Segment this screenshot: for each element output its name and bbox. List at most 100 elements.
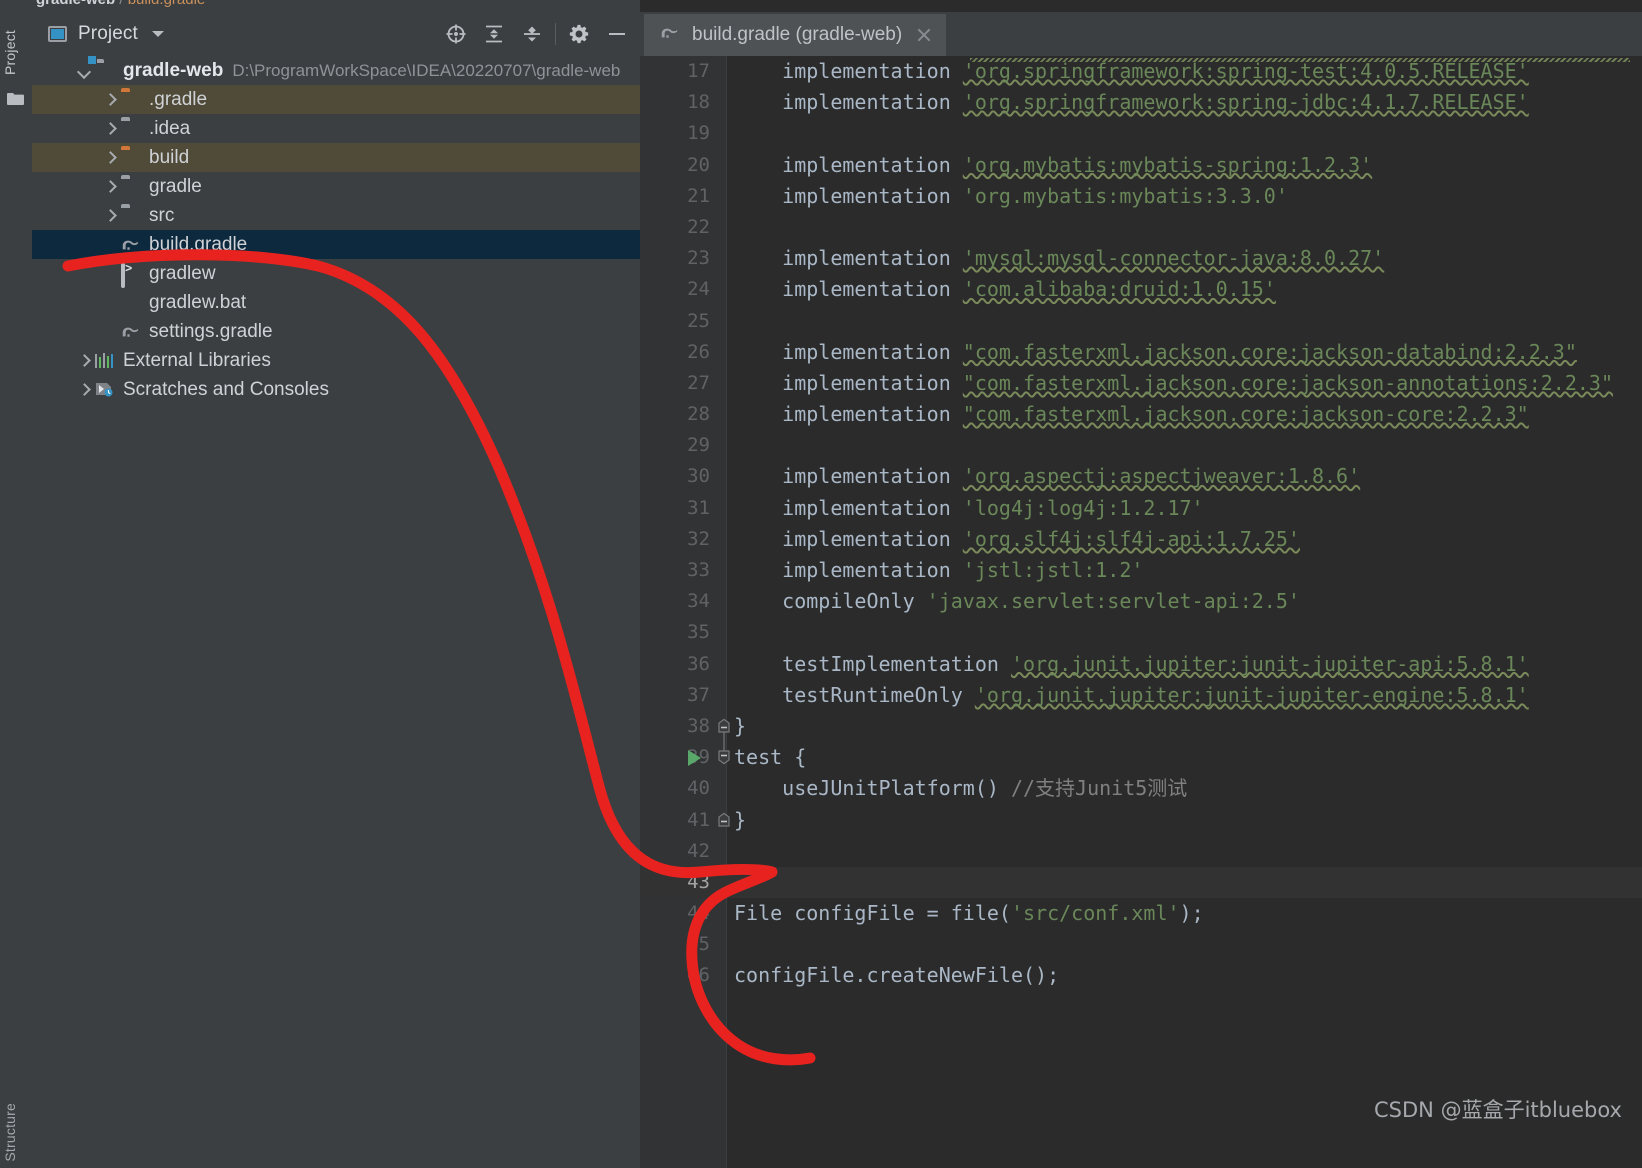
tree-item-scratches-and-consoles[interactable]: Scratches and Consoles	[32, 375, 640, 404]
code-token: }	[734, 713, 747, 738]
code-line-44[interactable]: 44 File configFile = file('src/conf.xml')…	[640, 898, 1642, 929]
code-line-38[interactable]: 38}	[640, 711, 1642, 742]
tree-item-label: External Libraries	[123, 349, 271, 371]
code-token: implementation	[734, 183, 963, 208]
code-line-30[interactable]: 30 implementation 'org.aspectj:aspectjwe…	[640, 461, 1642, 492]
code-line-25[interactable]: 25	[640, 306, 1642, 337]
close-icon[interactable]	[916, 27, 932, 43]
code-line-40[interactable]: 40 useJUnitPlatform() //支持Junit5测试	[640, 773, 1642, 804]
code-line-43[interactable]: 43	[640, 866, 1642, 899]
code-line-23[interactable]: 23 implementation 'mysql:mysql-connector…	[640, 243, 1642, 274]
tree-item-gradle-web[interactable]: gradle-web D:\ProgramWorkSpace\IDEA\20220…	[32, 55, 640, 85]
breadcrumb-text: gradle-web / build.gradle	[36, 0, 205, 8]
hide-tool-window-icon[interactable]	[598, 15, 636, 53]
code-token: 'com.alibaba:druid:1.0.15'	[962, 277, 1276, 302]
code-line-33[interactable]: 33 implementation 'jstl:jstl:1.2'	[640, 555, 1642, 586]
tree-item-gradlew[interactable]: gradlew	[32, 259, 640, 288]
line-number: 35	[687, 621, 710, 644]
code-token: implementation	[734, 464, 963, 489]
line-number: 25	[687, 309, 710, 332]
code-line-37[interactable]: 37 testRuntimeOnly 'org.junit.jupiter:ju…	[640, 680, 1642, 711]
code-line-29[interactable]: 29	[640, 430, 1642, 461]
code-line-17[interactable]: 17 implementation 'org.springframework:s…	[640, 56, 1642, 87]
code-token: useJUnitPlatform()	[734, 776, 1011, 801]
code-line-27[interactable]: 27 implementation "com.fasterxml.jackson…	[640, 368, 1642, 399]
expand-arrow-icon[interactable]	[102, 208, 118, 224]
code-line-32[interactable]: 32 implementation 'org.slf4j:slf4j-api:1…	[640, 524, 1642, 555]
code-line-19[interactable]: 19	[640, 118, 1642, 149]
fold-start-icon[interactable]	[716, 749, 732, 765]
tree-item-build[interactable]: build	[32, 143, 640, 172]
expand-arrow-icon[interactable]	[76, 382, 92, 398]
editor-tab-build-gradle[interactable]: build.gradle (gradle-web)	[644, 14, 947, 56]
line-number: 46	[687, 964, 710, 987]
breadcrumb-separator: /	[119, 0, 123, 8]
breadcrumb-file[interactable]: build.gradle	[128, 0, 206, 8]
code-token: );	[1179, 901, 1204, 926]
code-line-18[interactable]: 18 implementation 'org.springframework:s…	[640, 87, 1642, 118]
code-line-28[interactable]: 28 implementation "com.fasterxml.jackson…	[640, 399, 1642, 430]
breadcrumb-project[interactable]: gradle-web	[36, 0, 115, 8]
code-line-26[interactable]: 26 implementation "com.fasterxml.jackson…	[640, 337, 1642, 368]
code-text: implementation 'org.slf4j:slf4j-api:1.7.…	[734, 524, 1300, 555]
code-line-35[interactable]: 35	[640, 617, 1642, 648]
code-line-20[interactable]: 20 implementation 'org.mybatis:mybatis-s…	[640, 150, 1642, 181]
chevron-down-icon[interactable]	[151, 31, 164, 37]
code-token: 'org.mybatis:mybatis-spring:1.2.3'	[962, 152, 1373, 177]
expand-arrow-icon[interactable]	[102, 121, 118, 137]
tree-item-label: build.gradle	[149, 233, 248, 255]
expand-all-icon[interactable]	[475, 15, 513, 53]
code-line-42[interactable]: 42	[640, 836, 1642, 867]
project-view-selector[interactable]: Project	[48, 23, 164, 45]
gradle-file-icon	[121, 323, 141, 340]
tree-item-src[interactable]: src	[32, 201, 640, 230]
tree-item--idea[interactable]: .idea	[32, 114, 640, 143]
tree-item-build-gradle[interactable]: build.gradle	[32, 230, 640, 259]
project-tool-window: Project gradle-web D:\ProgramWorkSpace\I…	[32, 12, 640, 1168]
expand-arrow-icon[interactable]	[76, 353, 92, 369]
code-token: implementation	[734, 90, 963, 115]
folder-gray-icon	[121, 178, 141, 195]
tree-item-gradle[interactable]: gradle	[32, 172, 640, 201]
tree-item--gradle[interactable]: .gradle	[32, 85, 640, 114]
code-line-41[interactable]: 41}	[640, 805, 1642, 836]
code-line-24[interactable]: 24 implementation 'com.alibaba:druid:1.0…	[640, 274, 1642, 305]
tree-item-settings-gradle[interactable]: settings.gradle	[32, 317, 640, 346]
code-line-39[interactable]: 39 test {	[640, 742, 1642, 773]
code-text: testImplementation 'org.junit.jupiter:ju…	[734, 649, 1529, 680]
tree-item-gradlew-bat[interactable]: gradlew.bat	[32, 288, 640, 317]
run-gradle-task-icon[interactable]	[688, 750, 701, 767]
project-tree: gradle-web D:\ProgramWorkSpace\IDEA\20220…	[32, 55, 640, 404]
tool-window-button-project[interactable]: Project	[2, 30, 30, 75]
editor-tab-bar: build.gradle (gradle-web)	[640, 12, 1642, 56]
fold-end-icon[interactable]	[716, 718, 732, 734]
code-token: compileOnly	[734, 589, 927, 614]
code-line-31[interactable]: 31 implementation 'log4j:log4j:1.2.17'	[640, 493, 1642, 524]
code-text: test {	[734, 742, 806, 773]
expand-arrow-icon[interactable]	[102, 150, 118, 166]
tree-item-external-libraries[interactable]: External Libraries	[32, 346, 640, 375]
tool-window-button-structure[interactable]: Structure	[2, 1103, 30, 1162]
code-line-36[interactable]: 36 testImplementation 'org.junit.jupiter…	[640, 649, 1642, 680]
code-line-46[interactable]: 46 configFile.createNewFile();	[640, 960, 1642, 991]
fold-end-icon[interactable]	[716, 812, 732, 828]
collapse-all-icon[interactable]	[513, 15, 551, 53]
line-number: 24	[687, 278, 710, 301]
code-text: testRuntimeOnly 'org.junit.jupiter:junit…	[734, 680, 1529, 711]
code-line-34[interactable]: 34 compileOnly 'javax.servlet:servlet-ap…	[640, 586, 1642, 617]
code-editor[interactable]: 17 implementation 'org.springframework:s…	[640, 56, 1642, 1168]
code-line-22[interactable]: 22	[640, 212, 1642, 243]
code-token: 'org.mybatis:mybatis:3.3.0'	[962, 183, 1288, 208]
code-text: implementation "com.fasterxml.jackson.co…	[734, 337, 1577, 368]
select-opened-file-icon[interactable]	[437, 15, 475, 53]
code-text: implementation 'mysql:mysql-connector-ja…	[734, 243, 1384, 274]
line-number: 40	[687, 777, 710, 800]
settings-gear-icon[interactable]	[560, 15, 598, 53]
shell-script-icon	[121, 263, 141, 288]
code-line-45[interactable]: 45	[640, 929, 1642, 960]
code-token: "com.fasterxml.jackson.core:jackson-anno…	[962, 370, 1613, 395]
code-line-21[interactable]: 21 implementation 'org.mybatis:mybatis:3…	[640, 181, 1642, 212]
expand-arrow-icon[interactable]	[102, 92, 118, 108]
line-number: 27	[687, 371, 710, 394]
expand-arrow-icon[interactable]	[102, 179, 118, 195]
